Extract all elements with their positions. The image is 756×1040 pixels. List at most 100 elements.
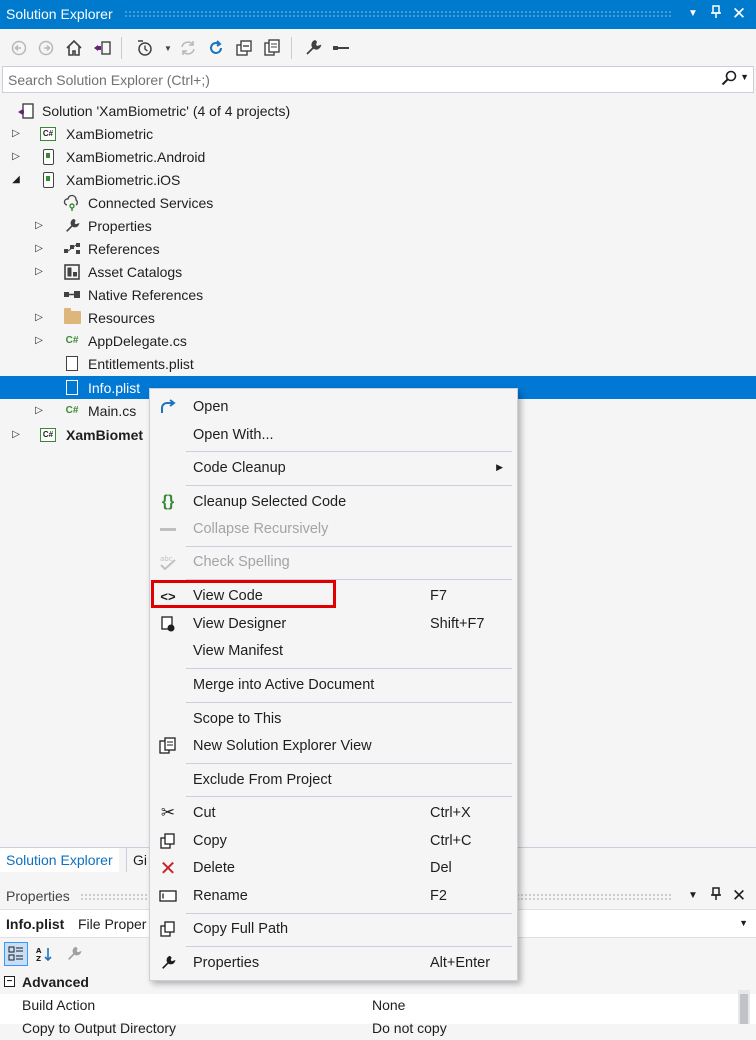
alphabetical-sort-icon[interactable]: AZ: [32, 942, 56, 966]
toolbar-separator: [121, 37, 122, 59]
tree-item-entitlements[interactable]: Entitlements.plist: [0, 352, 756, 375]
property-value[interactable]: None: [372, 997, 405, 1013]
preview-selected-items-icon[interactable]: [330, 37, 352, 59]
pin-icon[interactable]: [707, 5, 725, 23]
asset-catalog-icon: [63, 263, 81, 281]
tree-item-label: Native References: [88, 286, 204, 303]
back-icon[interactable]: [8, 37, 30, 59]
menu-item-copy-full-path[interactable]: Copy Full Path: [150, 916, 517, 943]
tab-solution-explorer[interactable]: Solution Explorer: [0, 848, 119, 872]
menu-item-view-manifest[interactable]: View Manifest: [150, 638, 517, 665]
forward-icon[interactable]: [35, 37, 57, 59]
home-icon[interactable]: [63, 37, 85, 59]
expand-arrow-icon[interactable]: ▷: [33, 243, 45, 255]
expand-arrow-icon[interactable]: ▷: [33, 220, 45, 232]
refresh-icon[interactable]: [205, 37, 227, 59]
menu-item-label: Cut: [193, 805, 216, 821]
wrench-icon: [158, 953, 178, 973]
tree-item-project[interactable]: ▷ C# XamBiometric: [0, 122, 756, 145]
mobile-project-icon: [39, 148, 57, 166]
menu-item-label: Check Spelling: [193, 554, 290, 570]
menu-item-merge[interactable]: Merge into Active Document: [150, 672, 517, 699]
property-grid-scrollbar[interactable]: [738, 990, 750, 1024]
collapse-all-icon[interactable]: [233, 37, 255, 59]
search-input[interactable]: [3, 67, 683, 92]
tree-item-asset-catalogs[interactable]: ▷ Asset Catalogs: [0, 260, 756, 283]
tree-item-label: Asset Catalogs: [88, 263, 183, 280]
close-icon[interactable]: ✕: [730, 887, 748, 905]
collapse-minus-icon[interactable]: −: [4, 976, 15, 987]
expand-arrow-icon[interactable]: ▷: [33, 405, 45, 417]
menu-item-copy[interactable]: Copy Ctrl+C: [150, 828, 517, 855]
close-icon[interactable]: ✕: [730, 5, 748, 23]
scissors-icon: ✂: [160, 803, 176, 822]
references-icon: [63, 240, 81, 258]
filter-dropdown-icon[interactable]: ▼: [157, 37, 179, 59]
selected-object-type: File Proper: [78, 916, 147, 932]
property-pages-wrench-icon[interactable]: [62, 942, 86, 966]
menu-item-open[interactable]: Open: [150, 394, 517, 421]
tree-item-label: Main.cs: [88, 402, 137, 419]
menu-item-rename[interactable]: Rename F2: [150, 883, 517, 910]
menu-item-label: Delete: [193, 860, 235, 876]
menu-item-scope-to-this[interactable]: Scope to This: [150, 706, 517, 733]
tree-item-label: XamBiometric.Android: [66, 148, 206, 165]
panel-title: Solution Explorer: [6, 6, 113, 22]
search-options-dropdown-icon[interactable]: ▼: [740, 72, 749, 82]
titlebar-grip[interactable]: [124, 10, 672, 18]
expand-arrow-icon[interactable]: ▷: [10, 128, 22, 140]
expand-arrow-icon[interactable]: ▷: [10, 151, 22, 163]
menu-item-check-spelling[interactable]: abc Check Spelling: [150, 549, 517, 576]
menu-item-collapse-recursively[interactable]: Collapse Recursively: [150, 516, 517, 543]
search-box[interactable]: ▼: [2, 66, 754, 93]
tree-item-project[interactable]: ▷ XamBiometric.Android: [0, 145, 756, 168]
menu-item-cleanup-selected-code[interactable]: {} Cleanup Selected Code: [150, 489, 517, 516]
menu-item-exclude-from-project[interactable]: Exclude From Project: [150, 767, 517, 794]
window-position-dropdown-icon[interactable]: ▼: [684, 5, 702, 23]
menu-item-properties[interactable]: Properties Alt+Enter: [150, 950, 517, 977]
pin-icon[interactable]: [707, 887, 725, 905]
categorized-icon[interactable]: [4, 942, 28, 966]
window-position-dropdown-icon[interactable]: ▼: [684, 887, 702, 905]
menu-item-delete[interactable]: ✕ Delete Del: [150, 855, 517, 882]
menu-item-label: Copy Full Path: [193, 921, 289, 937]
search-icon[interactable]: [721, 70, 737, 90]
menu-separator: [186, 796, 512, 797]
properties-wrench-icon[interactable]: [302, 37, 324, 59]
collapse-arrow-icon[interactable]: ◢: [10, 174, 22, 186]
menu-item-cut[interactable]: ✂ Cut Ctrl+X: [150, 800, 517, 827]
property-row[interactable]: Build Action None: [0, 994, 736, 1017]
property-key: Copy to Output Directory: [22, 1020, 177, 1036]
expand-arrow-icon[interactable]: ▷: [10, 429, 22, 441]
menu-separator: [186, 668, 512, 669]
menu-item-view-designer[interactable]: View Designer Shift+F7: [150, 611, 517, 638]
expand-arrow-icon[interactable]: ▷: [33, 266, 45, 278]
tree-item-solution[interactable]: Solution 'XamBiometric' (4 of 4 projects…: [0, 99, 756, 122]
menu-item-open-with[interactable]: Open With...: [150, 422, 517, 449]
show-all-files-icon[interactable]: [261, 37, 283, 59]
tree-item-native-references[interactable]: Native References: [0, 283, 756, 306]
svg-text:Z: Z: [36, 955, 41, 962]
tree-item-resources[interactable]: ▷ Resources: [0, 306, 756, 329]
delete-x-icon: ✕: [159, 857, 177, 880]
tree-item-appdelegate[interactable]: ▷ C# AppDelegate.cs: [0, 329, 756, 352]
expand-arrow-icon[interactable]: ▷: [33, 312, 45, 324]
tree-item-references[interactable]: ▷ References: [0, 237, 756, 260]
menu-item-new-solution-explorer-view[interactable]: New Solution Explorer View: [150, 733, 517, 760]
switch-views-icon[interactable]: [91, 37, 113, 59]
pending-changes-filter-icon[interactable]: [134, 37, 156, 59]
menu-item-code-cleanup[interactable]: Code Cleanup ▶: [150, 455, 517, 482]
tree-item-connected-services[interactable]: Connected Services: [0, 191, 756, 214]
chevron-down-icon[interactable]: ▼: [739, 918, 748, 928]
property-row[interactable]: Copy to Output Directory Do not copy: [0, 1017, 736, 1040]
category-label: Advanced: [22, 974, 89, 990]
tree-item-label: Entitlements.plist: [88, 355, 194, 372]
sync-icon[interactable]: [177, 37, 199, 59]
folder-icon: [63, 308, 81, 327]
tree-item-label: AppDelegate.cs: [88, 332, 187, 349]
tree-item-project[interactable]: ◢ XamBiometric.iOS: [0, 168, 756, 191]
menu-item-shortcut: Shift+F7: [430, 616, 485, 632]
expand-arrow-icon[interactable]: ▷: [33, 335, 45, 347]
tree-item-properties[interactable]: ▷ Properties: [0, 214, 756, 237]
property-value[interactable]: Do not copy: [372, 1020, 447, 1036]
